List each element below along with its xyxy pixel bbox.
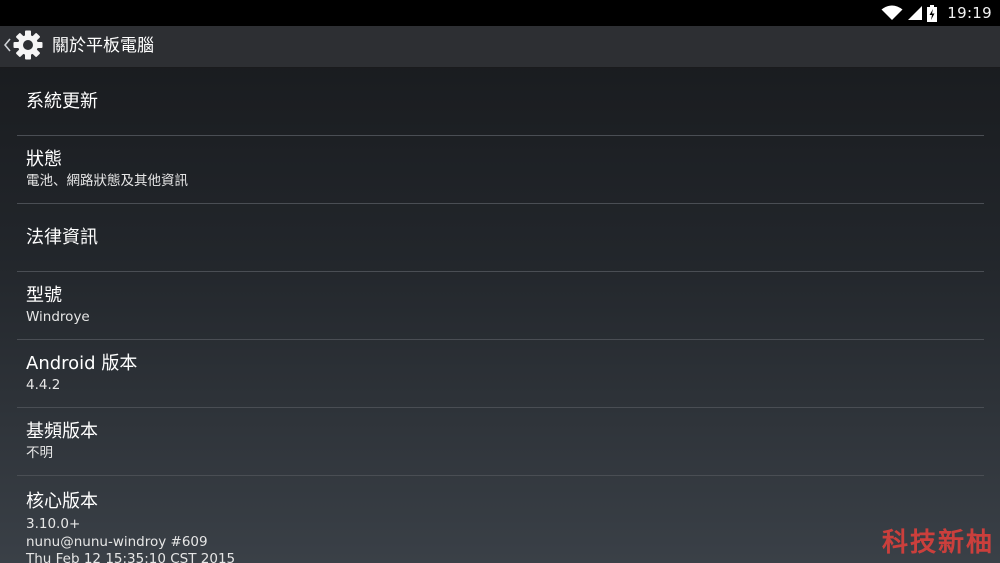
page-title: 關於平板電腦 (52, 36, 154, 56)
list-item-kernel-version[interactable]: 核心版本 3.10.0+ nunu@nunu-windroy #609 Thu … (17, 476, 984, 563)
item-summary: 4.4.2 (26, 377, 61, 393)
kernel-build-date-line: Thu Feb 12 15:35:10 CST 2015 (26, 551, 236, 563)
watermark-logo: 科技新柚 (881, 528, 994, 558)
item-summary: 電池、網路狀態及其他資訊 (26, 173, 188, 189)
list-item-status[interactable]: 狀態 電池、網路狀態及其他資訊 (17, 136, 984, 204)
action-bar: 關於平板電腦 (0, 26, 1000, 68)
kernel-build-user-line: nunu@nunu-windroy #609 (26, 533, 208, 550)
list-item-system-update[interactable]: 系統更新 (17, 68, 984, 136)
signal-icon (907, 5, 923, 21)
battery-charging-icon (927, 4, 938, 22)
up-button[interactable] (0, 26, 48, 67)
item-title: 狀態 (26, 149, 62, 170)
list-item-model[interactable]: 型號 Windroye (17, 272, 984, 340)
list-item-baseband-version[interactable]: 基頻版本 不明 (17, 408, 984, 476)
item-title: 基頻版本 (26, 421, 98, 442)
chevron-left-icon (3, 37, 11, 56)
gear-icon (12, 29, 44, 65)
item-summary: 不明 (26, 445, 53, 461)
list-item-android-version[interactable]: Android 版本 4.4.2 (17, 340, 984, 408)
settings-list: 系統更新 狀態 電池、網路狀態及其他資訊 法律資訊 型號 Windroye An… (17, 68, 984, 563)
item-title: Android 版本 (26, 353, 138, 374)
item-summary: Windroye (26, 309, 90, 325)
status-icons: 19:19 (881, 0, 992, 26)
wifi-icon (881, 5, 903, 21)
item-title: 核心版本 (26, 491, 98, 512)
item-title: 型號 (26, 285, 62, 306)
kernel-version-line: 3.10.0+ (26, 516, 81, 532)
list-item-legal-info[interactable]: 法律資訊 (17, 204, 984, 272)
status-clock: 19:19 (947, 4, 992, 22)
item-title: 法律資訊 (26, 226, 98, 248)
status-bar: 19:19 (0, 0, 1000, 26)
item-title: 系統更新 (26, 90, 98, 112)
